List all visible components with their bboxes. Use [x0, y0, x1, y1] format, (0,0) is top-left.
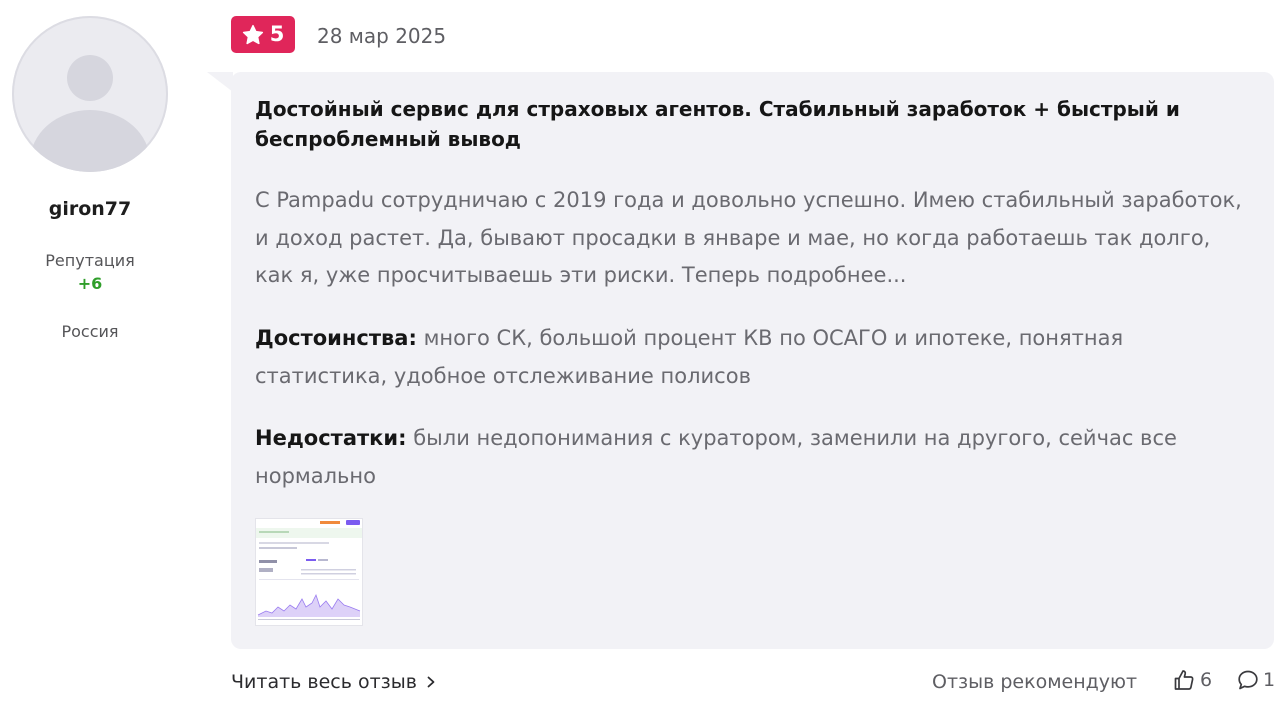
avatar[interactable]: [12, 16, 168, 172]
review-cons: Недостатки: были недопонимания с куратор…: [255, 420, 1255, 495]
like-button[interactable]: 6: [1172, 668, 1212, 692]
pros-label: Достоинства:: [255, 326, 417, 350]
author-country: Россия: [61, 322, 119, 341]
default-user-icon: [30, 55, 150, 172]
chevron-right-icon: [427, 676, 435, 688]
star-icon: [242, 24, 263, 44]
comment-icon: [1238, 670, 1258, 690]
recommend-label: Отзыв рекомендуют: [932, 671, 1138, 693]
bubble-tail: [207, 72, 233, 92]
review-text[interactable]: С Pampadu сотрудничаю с 2019 года и дово…: [255, 182, 1255, 295]
likes-count: 6: [1200, 669, 1213, 691]
attached-image-thumbnail[interactable]: [255, 518, 363, 626]
review-date: 28 мар 2025: [317, 24, 447, 48]
review-pros: Достоинства: много СК, большой процент К…: [255, 320, 1255, 395]
comments-button[interactable]: 1: [1236, 668, 1275, 692]
reputation-label: Репутация: [45, 251, 135, 270]
thumbs-up-icon: [1174, 670, 1194, 690]
read-more-label: Читать весь отзыв: [231, 671, 417, 693]
review-card: giron77 Репутация +6 Россия 5 28 мар 202…: [0, 0, 1282, 710]
cons-label: Недостатки:: [255, 426, 407, 450]
reputation-value: +6: [77, 274, 103, 293]
comments-count: 1: [1263, 669, 1276, 691]
read-full-review-link[interactable]: Читать весь отзыв: [231, 671, 437, 693]
author-username[interactable]: giron77: [0, 198, 180, 220]
review-title[interactable]: Достойный сервис для страховых агентов. …: [255, 94, 1255, 154]
review-body: Достойный сервис для страховых агентов. …: [231, 72, 1274, 649]
rating-badge: 5: [231, 16, 295, 53]
screenshot-thumbnail-image: [256, 519, 362, 625]
rating-value: 5: [269, 22, 285, 46]
